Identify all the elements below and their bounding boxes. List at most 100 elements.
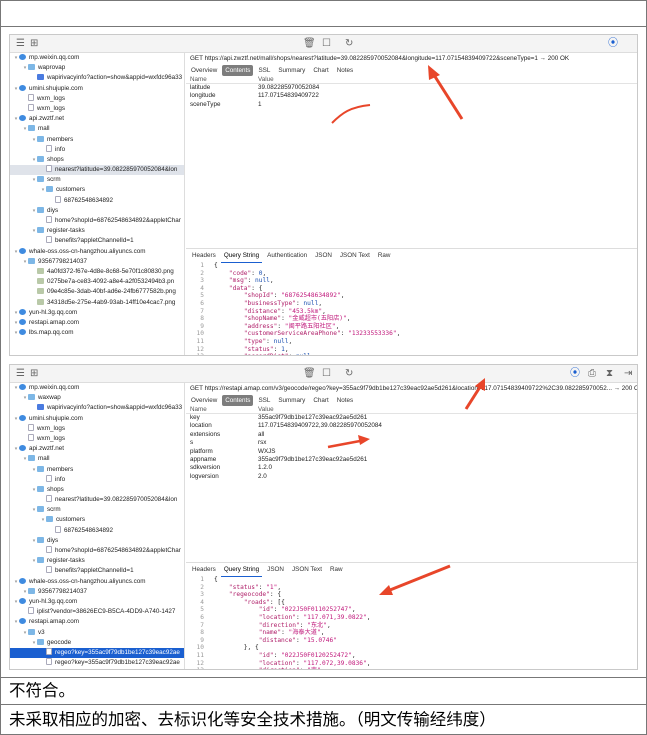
tree-item[interactable]: ▾ customers — [10, 515, 184, 525]
tree-item[interactable]: 09e4c85e-3dab-40bf-ad6e-24fb6777582b.png — [10, 287, 184, 297]
tab-headers[interactable]: Headers — [189, 249, 219, 262]
refresh-icon[interactable]: ↻ — [345, 367, 353, 380]
tab-json[interactable]: JSON — [264, 563, 287, 576]
edit-icon[interactable]: ☐ — [322, 367, 331, 380]
disclosure-icon[interactable]: ▾ — [13, 308, 19, 318]
tree-item[interactable]: 34318d5e-275e-4ab9-93ab-14ff10e4cac7.png — [10, 298, 184, 308]
tree-item[interactable]: benefits?appletChannelId=1 — [10, 566, 184, 576]
tab-query-string[interactable]: Query String — [220, 563, 263, 577]
tree-item[interactable]: ▾ mp.weixin.qq.com — [10, 53, 184, 63]
tree-item[interactable]: 68762548634892 — [10, 525, 184, 536]
tree-item[interactable]: ▾ scrm — [10, 175, 184, 185]
tree-item[interactable]: ▾ umini.shujupie.com — [10, 414, 184, 424]
disclosure-icon[interactable]: ▾ — [13, 597, 19, 607]
list-icon[interactable]: ☰ — [16, 367, 25, 380]
tree-item[interactable]: wxm_logs — [10, 433, 184, 444]
tree-item[interactable]: iplist?vendor=38626EC9-B5CA-4DD9-A740-14… — [10, 607, 184, 617]
tree-item[interactable]: ▾ mall — [10, 454, 184, 464]
refresh-icon[interactable]: ↻ — [345, 37, 353, 50]
tab-overview[interactable]: Overview — [188, 395, 220, 406]
trash-icon[interactable]: 🗑 — [303, 37, 316, 50]
tab-summary[interactable]: Summary — [275, 395, 308, 406]
tab-query-string[interactable]: Query String — [220, 249, 263, 263]
grid-icon[interactable]: ⊞ — [30, 367, 38, 380]
disclosure-icon[interactable]: ▾ — [13, 53, 19, 63]
tab-authentication[interactable]: Authentication — [264, 249, 310, 262]
tree-item[interactable]: info — [10, 474, 184, 485]
tree-item[interactable]: ▾ yun-hl.3g.qq.com — [10, 308, 184, 318]
tree-item[interactable]: nearest?latitude=39.082285970052084&lon — [10, 495, 184, 505]
tab-notes[interactable]: Notes — [334, 395, 356, 406]
tree-item[interactable]: info — [10, 144, 184, 155]
tab-headers[interactable]: Headers — [189, 563, 219, 576]
tree-item[interactable]: ▾ mall — [10, 124, 184, 134]
disclosure-icon[interactable]: ▾ — [13, 114, 19, 124]
list-icon[interactable]: ☰ — [16, 37, 25, 50]
edit-icon[interactable]: ☐ — [322, 37, 331, 50]
tab-raw[interactable]: Raw — [375, 249, 394, 262]
tree-item[interactable]: ▾ geocode — [10, 638, 184, 648]
tree-item[interactable]: ▾ customers — [10, 185, 184, 195]
grid-icon[interactable]: ⊞ — [30, 37, 38, 50]
tree-item[interactable]: ▾ scrm — [10, 505, 184, 515]
tree-item[interactable]: ▾ mp.weixin.qq.com — [10, 383, 184, 393]
filter-icon[interactable]: ⧗ — [606, 367, 613, 380]
tree-item[interactable]: ▾lbs.map.qq.com — [10, 668, 184, 669]
tab-contents[interactable]: Contents — [222, 65, 254, 76]
tab-summary[interactable]: Summary — [275, 65, 308, 76]
tree-item[interactable]: ▾ 93567798214037 — [10, 257, 184, 267]
tree-item[interactable]: ▾ api.zwztf.net — [10, 444, 184, 454]
tree-item[interactable]: ▾ shops — [10, 485, 184, 495]
tab-chart[interactable]: Chart — [310, 395, 331, 406]
tab-json-text[interactable]: JSON Text — [289, 563, 325, 576]
tree-item[interactable]: ▾ umini.shujupie.com — [10, 84, 184, 94]
disclosure-icon[interactable]: ▾ — [13, 318, 19, 328]
tree-item[interactable]: home?shopId=68762548634892&appletChar — [10, 546, 184, 556]
tree-item[interactable]: benefits?appletChannelId=1 — [10, 236, 184, 246]
tree-item[interactable]: ▾ register-tasks — [10, 556, 184, 566]
tree-item[interactable]: ▾ members — [10, 465, 184, 475]
disclosure-icon[interactable]: ▾ — [13, 668, 19, 669]
tree-item[interactable]: wxm_logs — [10, 423, 184, 434]
tab-json-text[interactable]: JSON Text — [337, 249, 373, 262]
tab-notes[interactable]: Notes — [334, 65, 356, 76]
tree-item[interactable]: regeo?key=355ac9f79db1be127c39eac92ae — [10, 647, 184, 659]
tree-item[interactable]: ▾ yun-hl.3g.qq.com — [10, 597, 184, 607]
tree-item[interactable]: ▾ 93567798214037 — [10, 587, 184, 597]
disclosure-icon[interactable]: ▾ — [13, 383, 19, 393]
tree-item[interactable]: ▾ members — [10, 135, 184, 145]
tree-item[interactable]: ▾ api.zwztf.net — [10, 114, 184, 124]
tree-item[interactable]: ▾ waprovap — [10, 63, 184, 73]
disclosure-icon[interactable]: ▾ — [13, 444, 19, 454]
tree-item[interactable]: wapirivacyinfo?action=show&appid=wxfdc96… — [10, 73, 184, 83]
settings-icon[interactable]: ⦿ — [608, 37, 618, 50]
tree-item[interactable]: ▾ waxwap — [10, 393, 184, 403]
disclosure-icon[interactable]: ▾ — [13, 617, 19, 627]
tree-item[interactable]: ▾ whale-oss.oss-cn-hangzhou.aliyuncs.com — [10, 247, 184, 257]
tree-item[interactable]: nearest?latitude=39.082285970052084&lon — [10, 165, 184, 176]
tree-item[interactable]: 68762548634892 — [10, 195, 184, 206]
tree-item[interactable]: wxm_logs — [10, 93, 184, 104]
tab-json[interactable]: JSON — [312, 249, 335, 262]
tab-contents[interactable]: Contents — [222, 395, 254, 406]
tree-item[interactable]: ▾ whale-oss.oss-cn-hangzhou.aliyuncs.com — [10, 577, 184, 587]
tree-item[interactable]: ▾ register-tasks — [10, 226, 184, 236]
tab-ssl[interactable]: SSL — [255, 395, 273, 406]
tree-item[interactable]: ▾ diys — [10, 206, 184, 216]
tab-raw[interactable]: Raw — [327, 563, 346, 576]
tree-item[interactable]: regeo?key=355ac9f79db1be127c39eac92ae — [10, 658, 184, 668]
tree-item[interactable]: home?shopId=68762548634892&appletChar — [10, 216, 184, 226]
tree-item[interactable]: ▾ v3 — [10, 628, 184, 638]
settings-icon[interactable]: ⦿ — [570, 367, 580, 380]
tree-item[interactable]: ▾ diys — [10, 536, 184, 546]
tree-item[interactable]: 4a0fd372-f67e-4d8e-8c68-5e70f1c80830.png — [10, 267, 184, 277]
tab-chart[interactable]: Chart — [310, 65, 331, 76]
collapse-icon[interactable]: ⇥ — [624, 367, 632, 380]
tree-item[interactable]: ▾ shops — [10, 155, 184, 165]
trash-icon[interactable]: 🗑 — [303, 367, 316, 380]
tree-item[interactable]: 0275be7a-ce83-4092-a8e4-a2f0532494b3.pn — [10, 277, 184, 287]
tab-overview[interactable]: Overview — [188, 65, 220, 76]
tree-item[interactable]: wapirivacyinfo?action=show&appid=wxfdc96… — [10, 403, 184, 413]
tree-item[interactable]: ▾ restapi.amap.com — [10, 617, 184, 627]
disclosure-icon[interactable]: ▾ — [13, 328, 19, 338]
